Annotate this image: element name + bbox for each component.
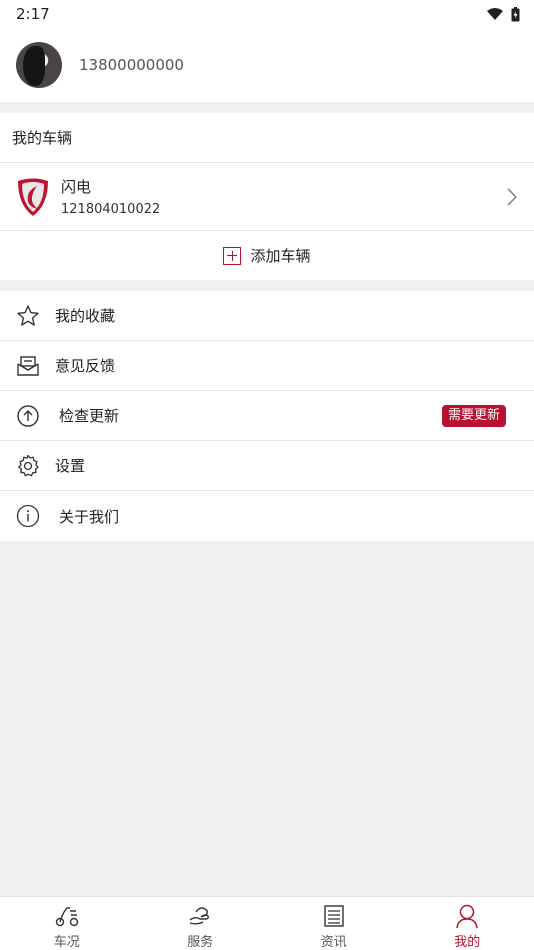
tab-label: 车况 bbox=[53, 935, 80, 950]
menu-label: 我的收藏 bbox=[55, 307, 116, 325]
info-icon bbox=[15, 503, 41, 529]
battery-icon bbox=[511, 6, 520, 21]
tab-news[interactable]: 资讯 bbox=[267, 897, 401, 950]
menu-item-feedback[interactable]: 意见反馈 bbox=[0, 341, 534, 391]
menu-list: 我的收藏 意见反馈 检查更新 需要更新 设置 关于我们 bbox=[0, 291, 534, 541]
tab-label: 资讯 bbox=[320, 935, 347, 950]
tab-label: 服务 bbox=[187, 935, 214, 950]
menu-item-check-update[interactable]: 检查更新 需要更新 bbox=[0, 391, 534, 441]
tab-mine[interactable]: 我的 bbox=[401, 897, 534, 950]
section-divider bbox=[0, 280, 534, 291]
person-icon bbox=[456, 904, 478, 929]
chevron-right-icon bbox=[507, 188, 518, 206]
news-list-icon bbox=[324, 905, 344, 927]
menu-item-about[interactable]: 关于我们 bbox=[0, 491, 534, 541]
tab-vehicle-status[interactable]: 车况 bbox=[0, 897, 134, 950]
bottom-tab-bar: 车况 服务 资讯 我的 bbox=[0, 896, 534, 950]
menu-item-settings[interactable]: 设置 bbox=[0, 441, 534, 491]
add-vehicle-label: 添加车辆 bbox=[250, 247, 311, 265]
vehicle-id: 121804010022 bbox=[61, 202, 161, 217]
tab-label: 我的 bbox=[454, 935, 481, 950]
feedback-mail-icon bbox=[15, 353, 41, 379]
hand-service-icon bbox=[189, 907, 210, 925]
wifi-icon bbox=[487, 8, 503, 20]
menu-label: 设置 bbox=[55, 457, 86, 475]
status-time: 2:17 bbox=[16, 5, 50, 23]
star-icon bbox=[15, 303, 41, 329]
vehicles-section-title: 我的车辆 bbox=[0, 113, 534, 163]
scooter-icon bbox=[55, 907, 78, 927]
section-divider bbox=[0, 102, 534, 113]
gear-icon bbox=[15, 453, 41, 479]
status-icons bbox=[487, 6, 520, 22]
update-needed-badge: 需要更新 bbox=[441, 405, 506, 427]
menu-label: 意见反馈 bbox=[55, 357, 116, 375]
plus-box-icon bbox=[223, 246, 242, 265]
avatar[interactable] bbox=[16, 42, 62, 88]
upload-arrow-icon bbox=[15, 403, 41, 429]
menu-label: 关于我们 bbox=[59, 507, 120, 526]
vehicle-item[interactable]: 闪电 121804010022 bbox=[0, 163, 534, 231]
add-vehicle-button[interactable]: 添加车辆 bbox=[0, 231, 534, 280]
menu-label: 检查更新 bbox=[59, 407, 120, 425]
tab-service[interactable]: 服务 bbox=[134, 897, 268, 950]
brand-shield-logo-icon bbox=[18, 178, 48, 216]
profile-phone: 13800000000 bbox=[79, 56, 184, 74]
menu-item-favorites[interactable]: 我的收藏 bbox=[0, 291, 534, 341]
status-bar: 2:17 bbox=[0, 0, 534, 28]
profile-header[interactable]: 13800000000 bbox=[0, 28, 534, 102]
vehicle-name: 闪电 bbox=[61, 178, 92, 196]
